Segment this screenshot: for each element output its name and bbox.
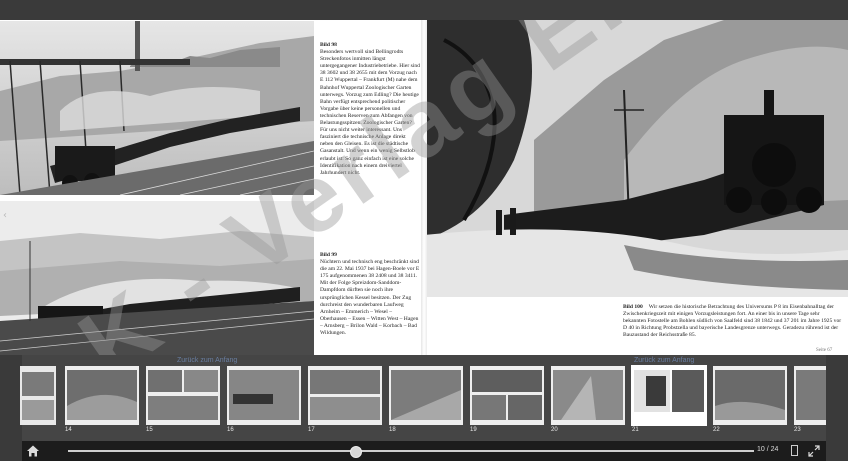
previous-page-arrow-icon[interactable]: ‹ [3, 210, 7, 221]
thumbnail-number-20: 20 [551, 427, 558, 433]
caption-bild-100-paragraph: Bild 100 Wir setzen die historische Betra… [623, 304, 843, 339]
thumbnail-page-14[interactable] [65, 366, 139, 425]
thumbnail-page-17[interactable] [308, 366, 382, 425]
caption-bild-99: Bild 99 Nüchtern und technisch eng besch… [320, 252, 420, 337]
thumbnail-strip-label-1[interactable]: Zurück zum Anfang [177, 357, 237, 364]
page-slider-track[interactable] [68, 450, 754, 452]
caption-bild-99-head: Bild 99 [320, 252, 337, 258]
thumbnail-strip-label-2[interactable]: Zurück zum Anfang [634, 357, 694, 364]
caption-bild-100-head: Bild 100 [623, 304, 643, 310]
thumbnail-page-23[interactable] [794, 366, 826, 425]
book-gutter [421, 20, 427, 355]
thumbnail-page-13[interactable] [20, 366, 56, 425]
book-spread: Bild 98 Besonders wertvoll sind Bellingr… [0, 20, 848, 355]
thumbnail-number-18: 18 [389, 427, 396, 433]
thumbnail-page-16[interactable] [227, 366, 301, 425]
caption-bild-100: Bild 100 Wir setzen die historische Betra… [623, 304, 843, 339]
thumbnail-number-16: 16 [227, 427, 234, 433]
thumbnail-number-19: 19 [470, 427, 477, 433]
left-page: Bild 98 Besonders wertvoll sind Bellingr… [0, 20, 424, 355]
thumbnail-number-22: 22 [713, 427, 720, 433]
thumbnail-number-21: 21 [632, 427, 639, 433]
thumbnail-page-22[interactable] [713, 366, 787, 425]
home-icon[interactable] [26, 444, 40, 458]
thumbnail-number-14: 14 [65, 427, 72, 433]
thumbnail-page-15[interactable] [146, 366, 220, 425]
bottom-toolbar: 10 / 24 [22, 441, 826, 461]
caption-bild-98-text: Besonders wertvoll sind Bellingrodts Str… [320, 49, 420, 176]
photo-bild-99 [0, 201, 314, 355]
photo-bild-98 [0, 21, 314, 195]
thumbnail-strip: Zurück zum Anfang Zurück zum Anfang 14 1… [20, 355, 826, 441]
caption-bild-98-head: Bild 98 [320, 42, 337, 48]
thumbnail-page-21[interactable] [631, 365, 707, 426]
single-page-view-icon[interactable] [791, 445, 798, 456]
thumbnail-page-18[interactable] [389, 366, 463, 425]
page-counter: 10 / 24 [757, 446, 779, 453]
caption-bild-99-text: Nüchtern und technisch eng beschränkt si… [320, 259, 420, 337]
thumbnail-page-19[interactable] [470, 366, 544, 425]
right-page: Bild 100 Wir setzen die historische Betra… [424, 20, 848, 355]
caption-bild-100-text: Wir setzen die historische Betrachtung d… [623, 304, 842, 339]
caption-bild-98: Bild 98 Besonders wertvoll sind Bellingr… [320, 42, 420, 177]
page-slider-handle[interactable] [350, 446, 363, 458]
thumbnail-number-15: 15 [146, 427, 153, 433]
fullscreen-icon[interactable] [808, 445, 820, 457]
right-page-number: Seite 67 [816, 348, 833, 353]
thumbnail-number-17: 17 [308, 427, 315, 433]
top-bar [0, 0, 848, 20]
photo-bild-100 [424, 20, 848, 297]
thumbnail-number-23: 23 [794, 427, 801, 433]
thumbnail-page-20[interactable] [551, 366, 625, 425]
